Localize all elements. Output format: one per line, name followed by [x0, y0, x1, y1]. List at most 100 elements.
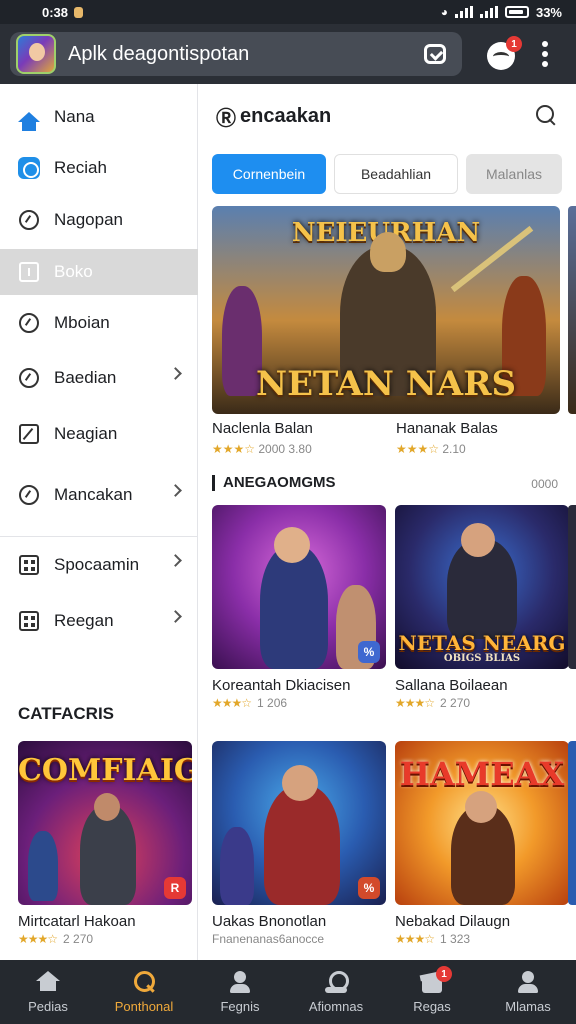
app-avatar[interactable] — [16, 34, 56, 74]
nav-label: Ponthonal — [114, 998, 174, 1014]
featured-banner[interactable]: NEIEURHAN NETAN NARS — [212, 206, 560, 414]
app-title-bar[interactable]: Aplk deagontispotan — [10, 32, 462, 76]
nav-profile[interactable]: Fegnis — [192, 960, 288, 1024]
more-menu-icon[interactable] — [540, 41, 550, 67]
sidebar-item-label: Spocaamin — [54, 555, 140, 574]
game-badge-icon: R — [164, 877, 186, 899]
tab-2[interactable]: Beadahlian — [334, 154, 458, 194]
game-logo-sub: OBIGS BLIAS — [443, 653, 521, 664]
nav-alerts[interactable]: Afiomnas — [288, 960, 384, 1024]
game-name: Uakas Bnonotlan — [212, 913, 327, 930]
game-card[interactable]: % Uakas Bnonotlan Fnanenanas6anocce — [212, 741, 386, 946]
tab-3[interactable]: Malanlas — [466, 154, 562, 194]
game-name: Koreantah Dkiacisen — [212, 677, 351, 694]
nav-home[interactable]: Pedias — [0, 960, 96, 1024]
nav-gifts[interactable]: 1 Regas — [384, 960, 480, 1024]
featured-left-label: Naclenla Balan — [212, 420, 313, 437]
sidebar-item-selected[interactable]: Boko — [0, 249, 198, 295]
tab-bar: Cornenbein Beadahlian Malanlas — [212, 154, 562, 194]
game-rating: ★★★☆ 1 206 — [212, 696, 288, 710]
section-heading: ANEGAOMGMS — [212, 474, 336, 491]
sidebar-game-card[interactable]: COMFIAIG R Mirtcatarl Hakoan ★★★☆ 2 270 — [18, 741, 192, 946]
app-header: Aplk deagontispotan 1 — [0, 24, 576, 84]
next-card-peek[interactable] — [568, 505, 576, 669]
notification-badge: 1 — [436, 966, 452, 982]
user-icon — [228, 970, 252, 993]
chevron-right-icon — [169, 484, 182, 497]
next-card-peek[interactable] — [568, 741, 576, 905]
sidebar-item-mboian[interactable]: Mboian — [0, 300, 198, 346]
game-rating: ★★★☆ 2 270 — [395, 696, 471, 710]
chevron-right-icon — [169, 367, 182, 380]
nav-label: Regas — [413, 998, 451, 1014]
app-title: Aplk deagontispotan — [68, 42, 250, 65]
box-icon — [18, 261, 40, 283]
signal-icon — [454, 6, 473, 18]
nav-label: Afiomnas — [308, 998, 364, 1014]
featured-logo-bottom: NETAN NARS — [256, 364, 516, 404]
stars-icon: ★★★☆ — [212, 696, 252, 710]
sidebar-item-label: Boko — [54, 262, 93, 281]
sidebar-divider — [0, 536, 198, 537]
main-header: Ⓡ encaakan — [198, 84, 576, 148]
sidebar-item-mancakan[interactable]: Mancakan — [0, 472, 198, 518]
signal-icon-2 — [479, 6, 498, 18]
bottom-nav: Pedias Ponthonal Fegnis Afiomnas 1 Regas… — [0, 960, 576, 1024]
game-rating: Fnanenanas6anocce — [212, 932, 325, 946]
mascot-avatar[interactable]: 1 — [484, 34, 522, 74]
game-logo: COMFIAIG — [18, 753, 192, 788]
featured-right-rating: ★★★☆ 2.10 — [396, 442, 466, 456]
sidebar-item-spocaamin[interactable]: Spocaamin — [0, 542, 198, 588]
game-art: % — [212, 741, 386, 905]
game-card[interactable]: NETAS NEARG OBIGS BLIAS Sallana Boilaean… — [395, 505, 569, 710]
grid-icon — [18, 610, 40, 632]
nav-label: Mlamas — [505, 998, 551, 1014]
sidebar-item-navigation[interactable]: Nagopan — [0, 197, 198, 243]
search-icon — [132, 970, 156, 993]
sidebar-item-recent[interactable]: Reciah — [0, 145, 198, 191]
sidebar-item-label: Reegan — [54, 611, 114, 630]
sidebar-item-label: Baedian — [54, 368, 117, 387]
categories-heading: CATFACRIS — [18, 704, 115, 723]
tab-1[interactable]: Cornenbein — [212, 154, 326, 194]
sidebar-item-reegan[interactable]: Reegan — [0, 598, 198, 644]
app-icon — [18, 157, 40, 179]
section-more-link[interactable]: 0000 — [531, 477, 558, 491]
game-name: Mirtcatarl Hakoan — [18, 913, 136, 930]
sidebar: Nana Reciah Nagopan Boko Mboian Baedian … — [0, 84, 198, 960]
battery-icon — [504, 6, 529, 18]
next-banner-peek[interactable] — [568, 206, 576, 414]
compass-icon — [18, 209, 40, 231]
gauge-icon — [18, 367, 40, 389]
chat-icon[interactable] — [424, 44, 446, 64]
chevron-right-icon — [169, 610, 182, 623]
game-art: NETAS NEARG OBIGS BLIAS — [395, 505, 569, 669]
sidebar-item-baedian[interactable]: Baedian — [0, 355, 198, 401]
notification-icon — [74, 6, 84, 18]
battery-level: 33% — [535, 4, 562, 20]
nav-search[interactable]: Ponthonal — [96, 960, 192, 1024]
sidebar-item-home[interactable]: Nana — [0, 94, 198, 140]
search-icon[interactable] — [536, 105, 558, 127]
game-art: % — [212, 505, 386, 669]
stars-icon: ★★★☆ — [395, 696, 435, 710]
game-logo: NETAS NEARG — [398, 631, 566, 655]
sidebar-item-label: Mboian — [54, 313, 110, 332]
game-art: COMFIAIG R — [18, 741, 192, 905]
game-art: HAMEAX — [395, 741, 569, 905]
game-card[interactable]: HAMEAX Nebakad Dilaugn ★★★☆ 1 323 — [395, 741, 569, 946]
sidebar-item-label: Mancakan — [54, 485, 133, 504]
brand-icon: Ⓡ — [216, 107, 236, 130]
nav-account[interactable]: Mlamas — [480, 960, 576, 1024]
stars-icon: ★★★☆ — [395, 932, 435, 946]
status-bar: 0:38 ◕ 33% — [0, 0, 576, 24]
game-badge-icon: % — [358, 641, 380, 663]
game-card[interactable]: % Koreantah Dkiacisen ★★★☆ 1 206 — [212, 505, 386, 710]
page-title: encaakan — [240, 104, 332, 127]
home-icon — [36, 970, 60, 991]
sidebar-item-neagian[interactable]: Neagian — [0, 411, 198, 457]
sidebar-item-label: Nagopan — [54, 210, 124, 229]
edit-icon — [18, 423, 40, 445]
game-rating: ★★★☆ 2 270 — [18, 932, 94, 946]
game-badge-icon: % — [358, 877, 380, 899]
